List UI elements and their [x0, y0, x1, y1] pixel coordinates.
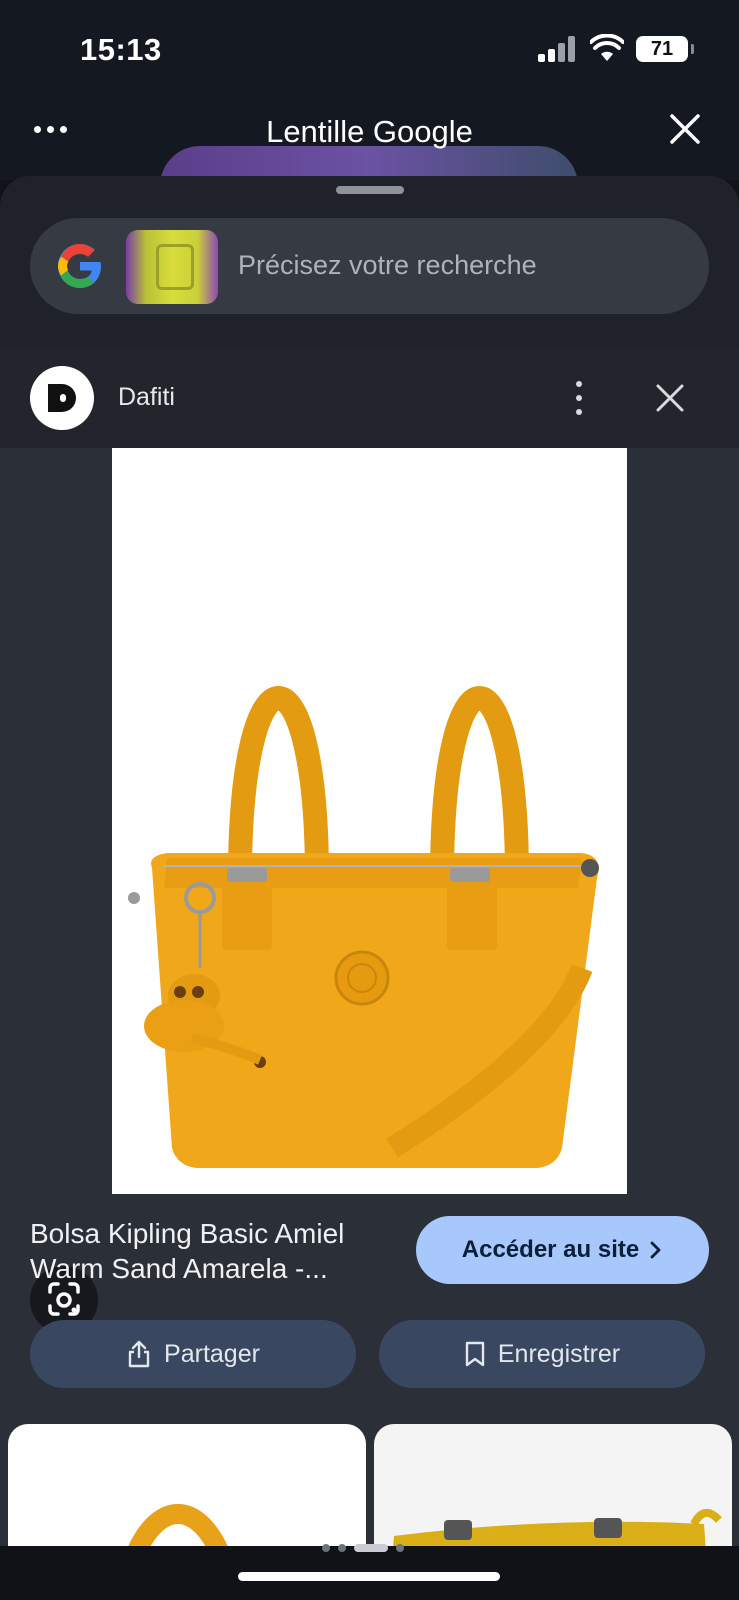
share-label: Partager [164, 1339, 260, 1368]
lens-header: Lentille Google [0, 100, 739, 186]
bookmark-icon [465, 1341, 485, 1367]
refine-search-bar[interactable]: Précisez votre recherche [30, 218, 709, 314]
share-button[interactable]: Partager [30, 1320, 356, 1388]
more-vertical-icon[interactable] [567, 378, 591, 418]
sheet-drag-handle[interactable] [336, 186, 404, 194]
home-indicator[interactable] [238, 1572, 500, 1581]
visit-site-label: Accéder au site [461, 1236, 640, 1263]
source-logo [30, 366, 94, 430]
google-g-icon [58, 244, 101, 288]
save-label: Enregistrer [497, 1339, 621, 1368]
battery-icon: 71 [636, 36, 694, 62]
share-icon [128, 1340, 150, 1368]
page-title: Lentille Google [266, 114, 473, 149]
source-name: Dafiti [118, 383, 175, 411]
close-icon[interactable] [668, 112, 702, 146]
close-icon[interactable] [654, 382, 686, 414]
cellular-signal-icon [538, 36, 578, 62]
save-button[interactable]: Enregistrer [379, 1320, 705, 1388]
page-indicator [322, 1544, 404, 1552]
status-time: 15:13 [80, 32, 162, 67]
query-image-thumbnail[interactable] [126, 230, 218, 304]
product-image [112, 448, 627, 1194]
product-title[interactable]: Bolsa Kipling Basic Amiel Warm Sand Amar… [30, 1216, 400, 1286]
result-panel: Dafiti Bolsa Kipling Basic Amiel Warm Sa… [0, 348, 739, 1600]
visit-site-button[interactable]: Accéder au site [416, 1216, 709, 1284]
status-bar: 15:13 71 [0, 0, 739, 100]
wifi-icon [590, 34, 624, 61]
source-header: Dafiti [0, 348, 739, 448]
results-sheet: Précisez votre recherche Dafiti Bolsa Ki… [0, 176, 739, 1600]
search-input[interactable]: Précisez votre recherche [238, 250, 537, 281]
chevron-right-icon [650, 1241, 661, 1259]
